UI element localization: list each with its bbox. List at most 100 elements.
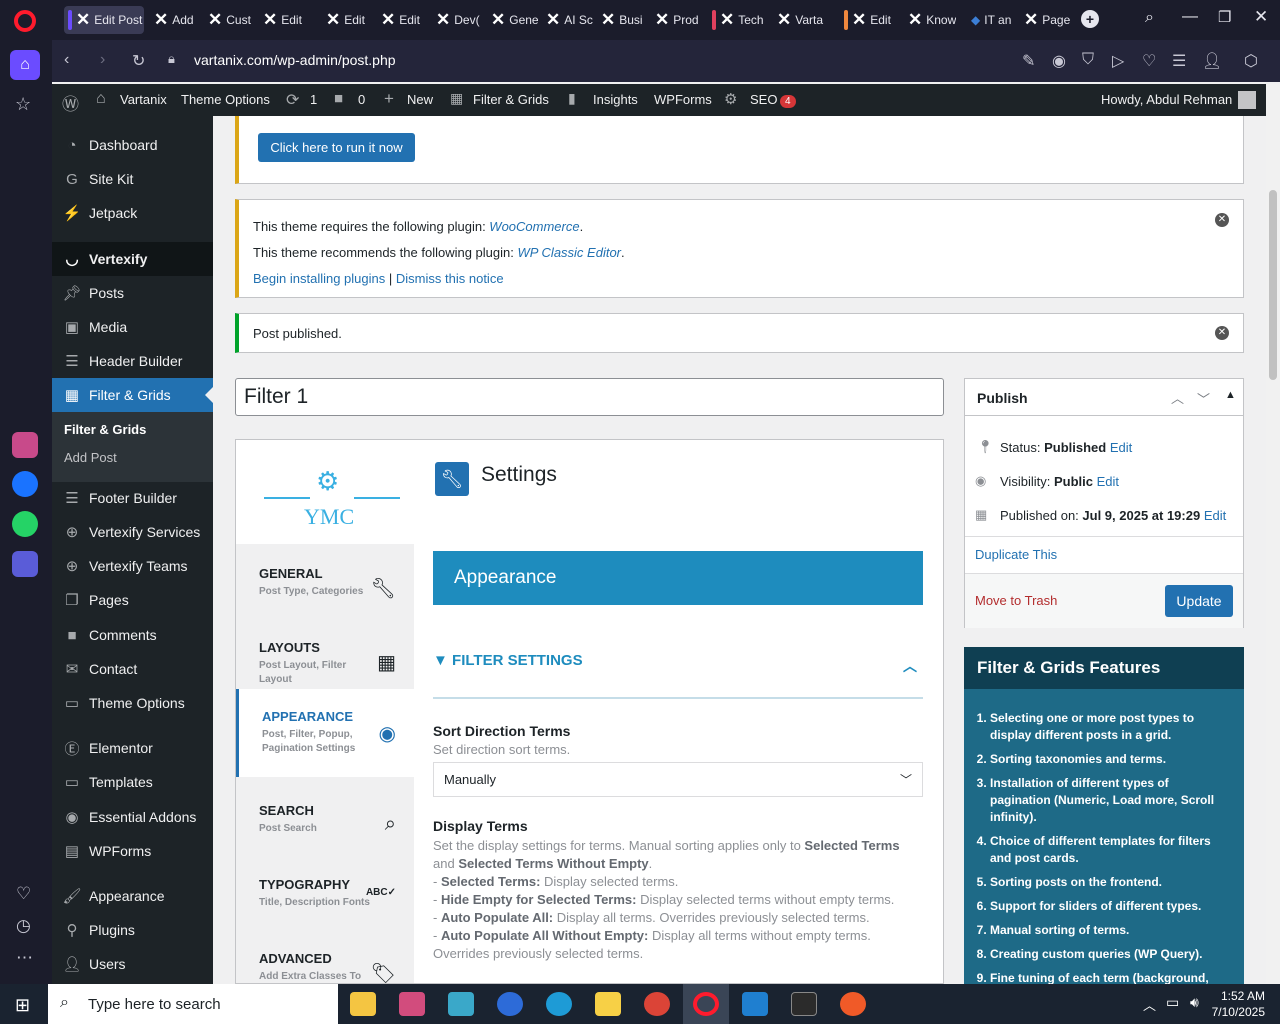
move-to-trash-link[interactable]: Move to Trash: [975, 593, 1057, 608]
dismiss-icon[interactable]: ✕: [1215, 326, 1229, 340]
opera-icon[interactable]: [693, 992, 719, 1016]
edit-visibility-link[interactable]: Edit: [1097, 474, 1119, 489]
menu-item-elementor[interactable]: Ⓔ Elementor: [52, 731, 213, 765]
page-scrollbar[interactable]: [1266, 84, 1280, 984]
update-button[interactable]: Update: [1165, 585, 1233, 617]
reload-icon[interactable]: ↻: [132, 51, 145, 71]
filter-grids-link[interactable]: Filter & Grids: [473, 92, 549, 107]
taskbar-search[interactable]: ⌕ Type here to search: [48, 984, 338, 1024]
avatar[interactable]: [1238, 91, 1256, 109]
browser-tab[interactable]: ✕ Edit: [322, 6, 374, 34]
run-now-button[interactable]: Click here to run it now: [258, 133, 415, 162]
menu-item-filter-grids[interactable]: ▦ Filter & Grids: [52, 378, 213, 412]
volume-icon[interactable]: 🔊︎: [1190, 994, 1199, 1011]
forward-icon[interactable]: ›: [100, 51, 105, 69]
restore-icon[interactable]: ❐: [1218, 8, 1231, 26]
new-tab-plus-icon[interactable]: +: [1081, 10, 1099, 28]
plugin-tab-appearance[interactable]: APPEARANCE Post, Filter, Popup, Paginatio…: [236, 689, 414, 777]
scrollbar-thumb[interactable]: [1269, 190, 1277, 380]
browser-tab[interactable]: ✕ Varta: [773, 6, 829, 34]
edit-date-link[interactable]: Edit: [1204, 508, 1226, 523]
plugin-tab-search[interactable]: SEARCH Post Search ⌕: [236, 789, 414, 863]
new-link[interactable]: New: [407, 92, 433, 107]
menu-item-users[interactable]: 👤︎ Users: [52, 947, 213, 981]
menu-item-plugins[interactable]: ⚲ Plugins: [52, 913, 213, 947]
clock[interactable]: 1:52 AM 7/10/2025: [1210, 988, 1265, 1020]
menu-item-jetpack[interactable]: ⚡ Jetpack: [52, 196, 213, 230]
browser-tab[interactable]: ✕ AI Sc: [542, 6, 594, 34]
browser-tab[interactable]: ✕ Prod: [651, 6, 703, 34]
search-tabs-icon[interactable]: ⌕: [1145, 9, 1154, 27]
menu-item-dashboard[interactable]: ◔ Dashboard: [52, 128, 213, 162]
insights-link[interactable]: Insights: [593, 92, 638, 107]
duplicate-link[interactable]: Duplicate This: [975, 547, 1057, 562]
extensions-icon[interactable]: ⬡: [1244, 51, 1258, 71]
browser-tab[interactable]: ◆ IT an: [967, 6, 1017, 34]
chevron-up-icon[interactable]: ︿: [903, 656, 917, 676]
dismiss-icon[interactable]: ✕: [1215, 213, 1229, 227]
whatsapp-icon[interactable]: [12, 511, 38, 537]
menu-item-templates[interactable]: ▭ Templates: [52, 765, 213, 799]
site-name-link[interactable]: Vartanix: [120, 92, 167, 107]
browser-tab[interactable]: ✕ Dev(: [432, 6, 484, 34]
wpforms-link[interactable]: WPForms: [654, 92, 712, 107]
menu-item-posts[interactable]: 📌︎ Posts: [52, 276, 213, 310]
move-down-icon[interactable]: ﹀: [1197, 389, 1210, 408]
menu-item-header-builder[interactable]: ☰ Header Builder: [52, 344, 213, 378]
zoom-icon[interactable]: [497, 992, 523, 1016]
menu-item-wpforms[interactable]: ▤ WPForms: [52, 834, 213, 868]
history-icon[interactable]: ◷: [16, 916, 31, 936]
browser-tab[interactable]: ✕ Edit: [259, 6, 313, 34]
menu-icon[interactable]: ☰: [1172, 51, 1186, 71]
browser-tab[interactable]: ✕ Cust: [204, 6, 258, 34]
plugin-tab-typography[interactable]: TYPOGRAPHY Title, Description Fonts ABC✓: [236, 863, 414, 937]
vscode-icon[interactable]: [742, 992, 768, 1016]
star-icon[interactable]: ☆: [15, 94, 31, 115]
browser-tab[interactable]: ✕ Edit: [840, 6, 900, 34]
edit-status-link[interactable]: Edit: [1110, 440, 1132, 455]
windows-start-icon[interactable]: ⊞: [15, 995, 30, 1016]
submenu-item-filter-grids[interactable]: Filter & Grids: [64, 422, 146, 437]
edit-icon[interactable]: ✎: [1022, 51, 1035, 71]
comments-icon[interactable]: ■: [334, 90, 343, 107]
profile-icon[interactable]: 👤︎: [1202, 51, 1222, 71]
close-window-icon[interactable]: ✕: [1254, 7, 1268, 27]
camera-icon[interactable]: ◉: [1052, 51, 1066, 71]
classic-editor-link[interactable]: WP Classic Editor: [517, 245, 621, 260]
sort-direction-select[interactable]: Manually ﹀: [433, 762, 923, 797]
plugin-tab-general[interactable]: GENERAL Post Type, Categories 🔧︎: [236, 552, 414, 626]
menu-item-footer-builder[interactable]: ☰ Footer Builder: [52, 481, 213, 515]
browser-tab[interactable]: ✕ Tech: [708, 6, 770, 34]
howdy-link[interactable]: Howdy, Abdul Rehman: [1101, 92, 1232, 107]
browser-tab[interactable]: ✕ Add: [150, 6, 202, 34]
music-icon[interactable]: [12, 551, 38, 577]
back-icon[interactable]: ‹: [64, 51, 69, 69]
terminal-icon[interactable]: [791, 992, 817, 1016]
browser-tab[interactable]: ✕ Edit: [377, 6, 429, 34]
sticky-notes-icon[interactable]: [595, 992, 621, 1016]
dismiss-notice-link[interactable]: Dismiss this notice: [396, 271, 504, 286]
play-icon[interactable]: ▷: [1112, 51, 1124, 71]
menu-item-site-kit[interactable]: G Site Kit: [52, 162, 213, 196]
opera-logo-icon[interactable]: [14, 10, 36, 32]
browser-tab[interactable]: ✕ Know: [904, 6, 956, 34]
aria-icon[interactable]: [12, 432, 38, 458]
submenu-item-add-post[interactable]: Add Post: [64, 450, 117, 465]
menu-item-media[interactable]: ▣ Media: [52, 310, 213, 344]
heart-icon[interactable]: ♡: [16, 884, 31, 904]
post-title-input[interactable]: Filter 1: [235, 378, 944, 416]
minimize-icon[interactable]: —: [1182, 8, 1198, 26]
more-icon[interactable]: ⋯: [16, 948, 33, 968]
url-field[interactable]: vartanix.com/wp-admin/post.php: [194, 52, 396, 68]
network-icon[interactable]: ▭: [1166, 994, 1179, 1011]
theme-options-link[interactable]: Theme Options: [181, 92, 270, 107]
begin-installing-link[interactable]: Begin installing plugins: [253, 271, 385, 286]
seo-link[interactable]: SEO: [750, 92, 777, 107]
browser-tab-active[interactable]: ✕ Edit Post: [64, 6, 144, 34]
menu-item-pages[interactable]: ❐ Pages: [52, 583, 213, 617]
postman-icon[interactable]: [840, 992, 866, 1016]
shield-icon[interactable]: ⛉: [1082, 51, 1094, 69]
chevron-up-icon[interactable]: ︿: [1143, 995, 1156, 1014]
toggle-panel-icon[interactable]: ▲: [1225, 389, 1236, 401]
menu-item-essential-addons[interactable]: ◉ Essential Addons: [52, 800, 213, 834]
